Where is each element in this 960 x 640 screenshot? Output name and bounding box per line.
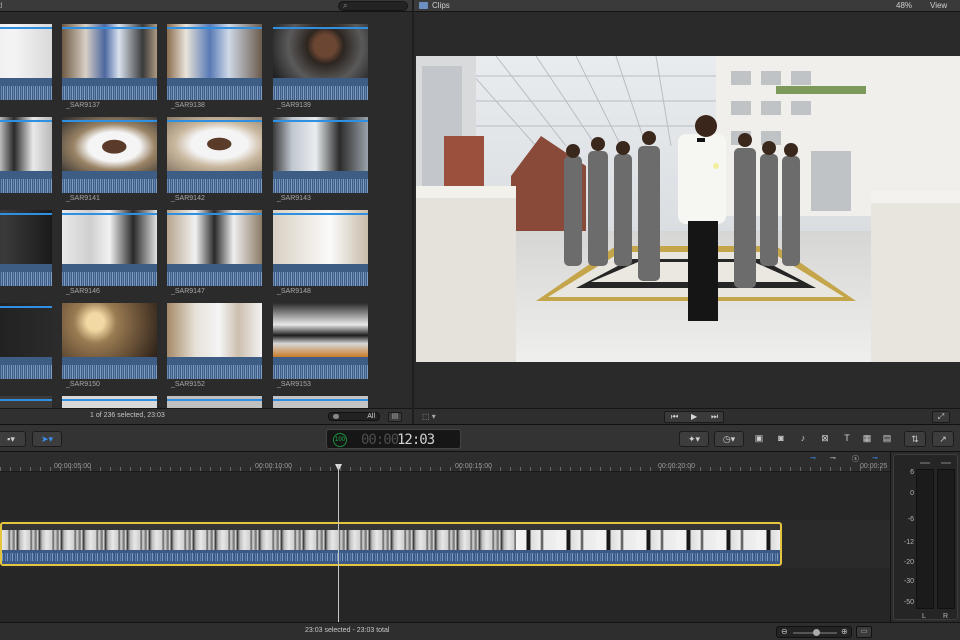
clip-name: _SAR9147 <box>171 288 205 295</box>
timeline-clip[interactable] <box>0 522 782 566</box>
clip-audio-waveform <box>2 550 780 564</box>
clip-name: _SAR9148 <box>277 288 311 295</box>
audio-meters: 6 0 -6 -12 -20 -30 -50 L R <box>890 452 960 622</box>
clip-appearance-icon[interactable]: ▤ <box>388 412 402 422</box>
slider-knob[interactable] <box>333 414 339 419</box>
retime-button[interactable]: ◷▾ <box>714 431 744 447</box>
timeline-toolbar: ▪▾ ➤▾ 100 00:00: 12:03 ✦▾ ◷▾ ▣ ◙ ♪ ⊠ T ▦… <box>0 424 960 452</box>
search-input[interactable] <box>353 2 405 10</box>
zoom-out-icon[interactable]: ⊖ <box>781 627 788 636</box>
select-tool-button[interactable]: ➤▾ <box>32 431 62 447</box>
video-frame-image <box>416 56 960 362</box>
zoom-in-icon[interactable]: ⊕ <box>841 627 848 636</box>
viewer: Clips 48% View ⬚ ▾ ⏮ ▶ ⏭ ⤢ <box>414 0 960 424</box>
ruler-ticks <box>0 467 890 471</box>
audio-skimming-icon[interactable]: ⊸ <box>830 454 842 462</box>
viewer-footer: ⬚ ▾ ⏮ ▶ ⏭ ⤢ <box>414 408 960 424</box>
edit-mode-button[interactable]: ▪▾ <box>0 431 26 447</box>
ruler-label: 00:00:05:00 <box>54 463 91 470</box>
browser-footer: 1 of 236 selected, 23:03 All ▤ <box>0 408 412 424</box>
clip-duration-slider[interactable]: All <box>328 412 380 421</box>
event-browser: d ⌕ _SAR9137 _SAR9138 _SAR9139 _SAR9141 … <box>0 0 412 424</box>
photos-icon[interactable]: ◙ <box>774 431 788 447</box>
inspector-button[interactable]: ⇅ <box>904 431 926 447</box>
browser-toggle-icon[interactable]: ▣ <box>752 431 766 447</box>
transitions-icon[interactable]: ⊠ <box>818 431 832 447</box>
clip-name: _SAR9137 <box>66 102 100 109</box>
library-name: d <box>0 1 3 10</box>
browser-search-field[interactable]: ⌕ <box>338 1 408 11</box>
timecode-value: 12:03 <box>397 432 435 448</box>
meter-bar-left <box>916 462 934 609</box>
ruler-label: 00:00:20:00 <box>658 463 695 470</box>
snapping-icon[interactable]: ⊸ <box>872 454 884 462</box>
zoom-knob[interactable] <box>813 629 820 636</box>
meter-scale-label: -30 <box>903 578 914 585</box>
meter-scale-label: -20 <box>903 559 914 566</box>
transport-controls: ⏮ ▶ ⏭ <box>664 411 724 423</box>
viewer-header: Clips 48% View <box>414 0 960 12</box>
clip-name: _SAR9146 <box>66 288 100 295</box>
clip-appearance-icon[interactable]: ▭ <box>856 626 872 638</box>
clip-grid: _SAR9137 _SAR9138 _SAR9139 _SAR9141 _SAR… <box>0 14 412 408</box>
view-menu[interactable]: View <box>930 1 947 10</box>
clip-name: _SAR9153 <box>277 381 311 388</box>
meter-scale-label: -12 <box>903 539 914 546</box>
timeline-zoom-control[interactable]: ⊖ ⊕ <box>776 626 852 638</box>
dashboard-timecode[interactable]: 100 00:00: 12:03 <box>326 429 461 449</box>
meter-scale-label: 0 <box>910 490 914 497</box>
clip-name: _SAR9141 <box>66 195 100 202</box>
clip-video-frames <box>516 530 780 550</box>
ruler-label: 00:00:10:00 <box>255 463 292 470</box>
timeline[interactable]: 00:00:05:00 00:00:10:00 00:00:15:00 00:0… <box>0 452 890 622</box>
ruler-label: 00:00:25 <box>860 463 888 470</box>
transform-crop-icon[interactable]: ⬚ ▾ <box>422 412 448 422</box>
timeline-selection-status: 23:03 selected - 23:03 total <box>305 627 390 634</box>
clip-name: _SAR9139 <box>277 102 311 109</box>
meter-bar-right <box>937 462 955 609</box>
clip-name: _SAR9150 <box>66 381 100 388</box>
meter-scale-label: 6 <box>910 469 914 476</box>
browser-header: d ⌕ <box>0 0 412 12</box>
enhancements-button[interactable]: ✦▾ <box>679 431 709 447</box>
clip-name: _SAR9143 <box>277 195 311 202</box>
solo-icon[interactable]: ⓢ <box>852 454 864 463</box>
search-icon: ⌕ <box>343 1 348 10</box>
timeline-status-bar: 23:03 selected - 23:03 total ⊖ ⊕ ▭ <box>0 622 960 640</box>
selection-status: 1 of 236 selected, 23:03 <box>90 412 165 419</box>
themes-icon[interactable]: ▤ <box>880 431 894 447</box>
play-icon[interactable]: ▶ <box>691 412 697 421</box>
next-frame-icon[interactable]: ⏭ <box>711 412 718 422</box>
previous-frame-icon[interactable]: ⏮ <box>671 412 678 422</box>
clip-name: _SAR9138 <box>171 102 205 109</box>
fullscreen-icon[interactable]: ⤢ <box>932 411 950 423</box>
clips-icon <box>419 2 428 9</box>
clip-name: _SAR9142 <box>171 195 205 202</box>
meter-scale-label: -6 <box>907 516 914 523</box>
background-tasks-indicator[interactable]: 100 <box>333 433 347 447</box>
timeline-ruler[interactable]: 00:00:05:00 00:00:10:00 00:00:15:00 00:0… <box>0 452 890 472</box>
titles-icon[interactable]: T <box>840 431 854 447</box>
duration-label: All <box>367 413 375 420</box>
music-icon[interactable]: ♪ <box>796 431 810 447</box>
viewer-title: Clips <box>432 1 450 10</box>
share-button[interactable]: ↗ <box>932 431 954 447</box>
clip-name: _SAR9152 <box>171 381 205 388</box>
zoom-level-menu[interactable]: 48% <box>896 1 912 10</box>
meter-channel-label: R <box>943 613 949 620</box>
video-preview[interactable] <box>416 56 960 362</box>
skimming-icon[interactable]: ⊸ <box>810 454 822 462</box>
playhead[interactable] <box>338 464 339 622</box>
generators-icon[interactable]: ▦ <box>860 431 874 447</box>
meter-channel-label: L <box>922 613 926 620</box>
ruler-label: 00:00:15:00 <box>455 463 492 470</box>
meter-scale-label: -50 <box>903 599 914 606</box>
